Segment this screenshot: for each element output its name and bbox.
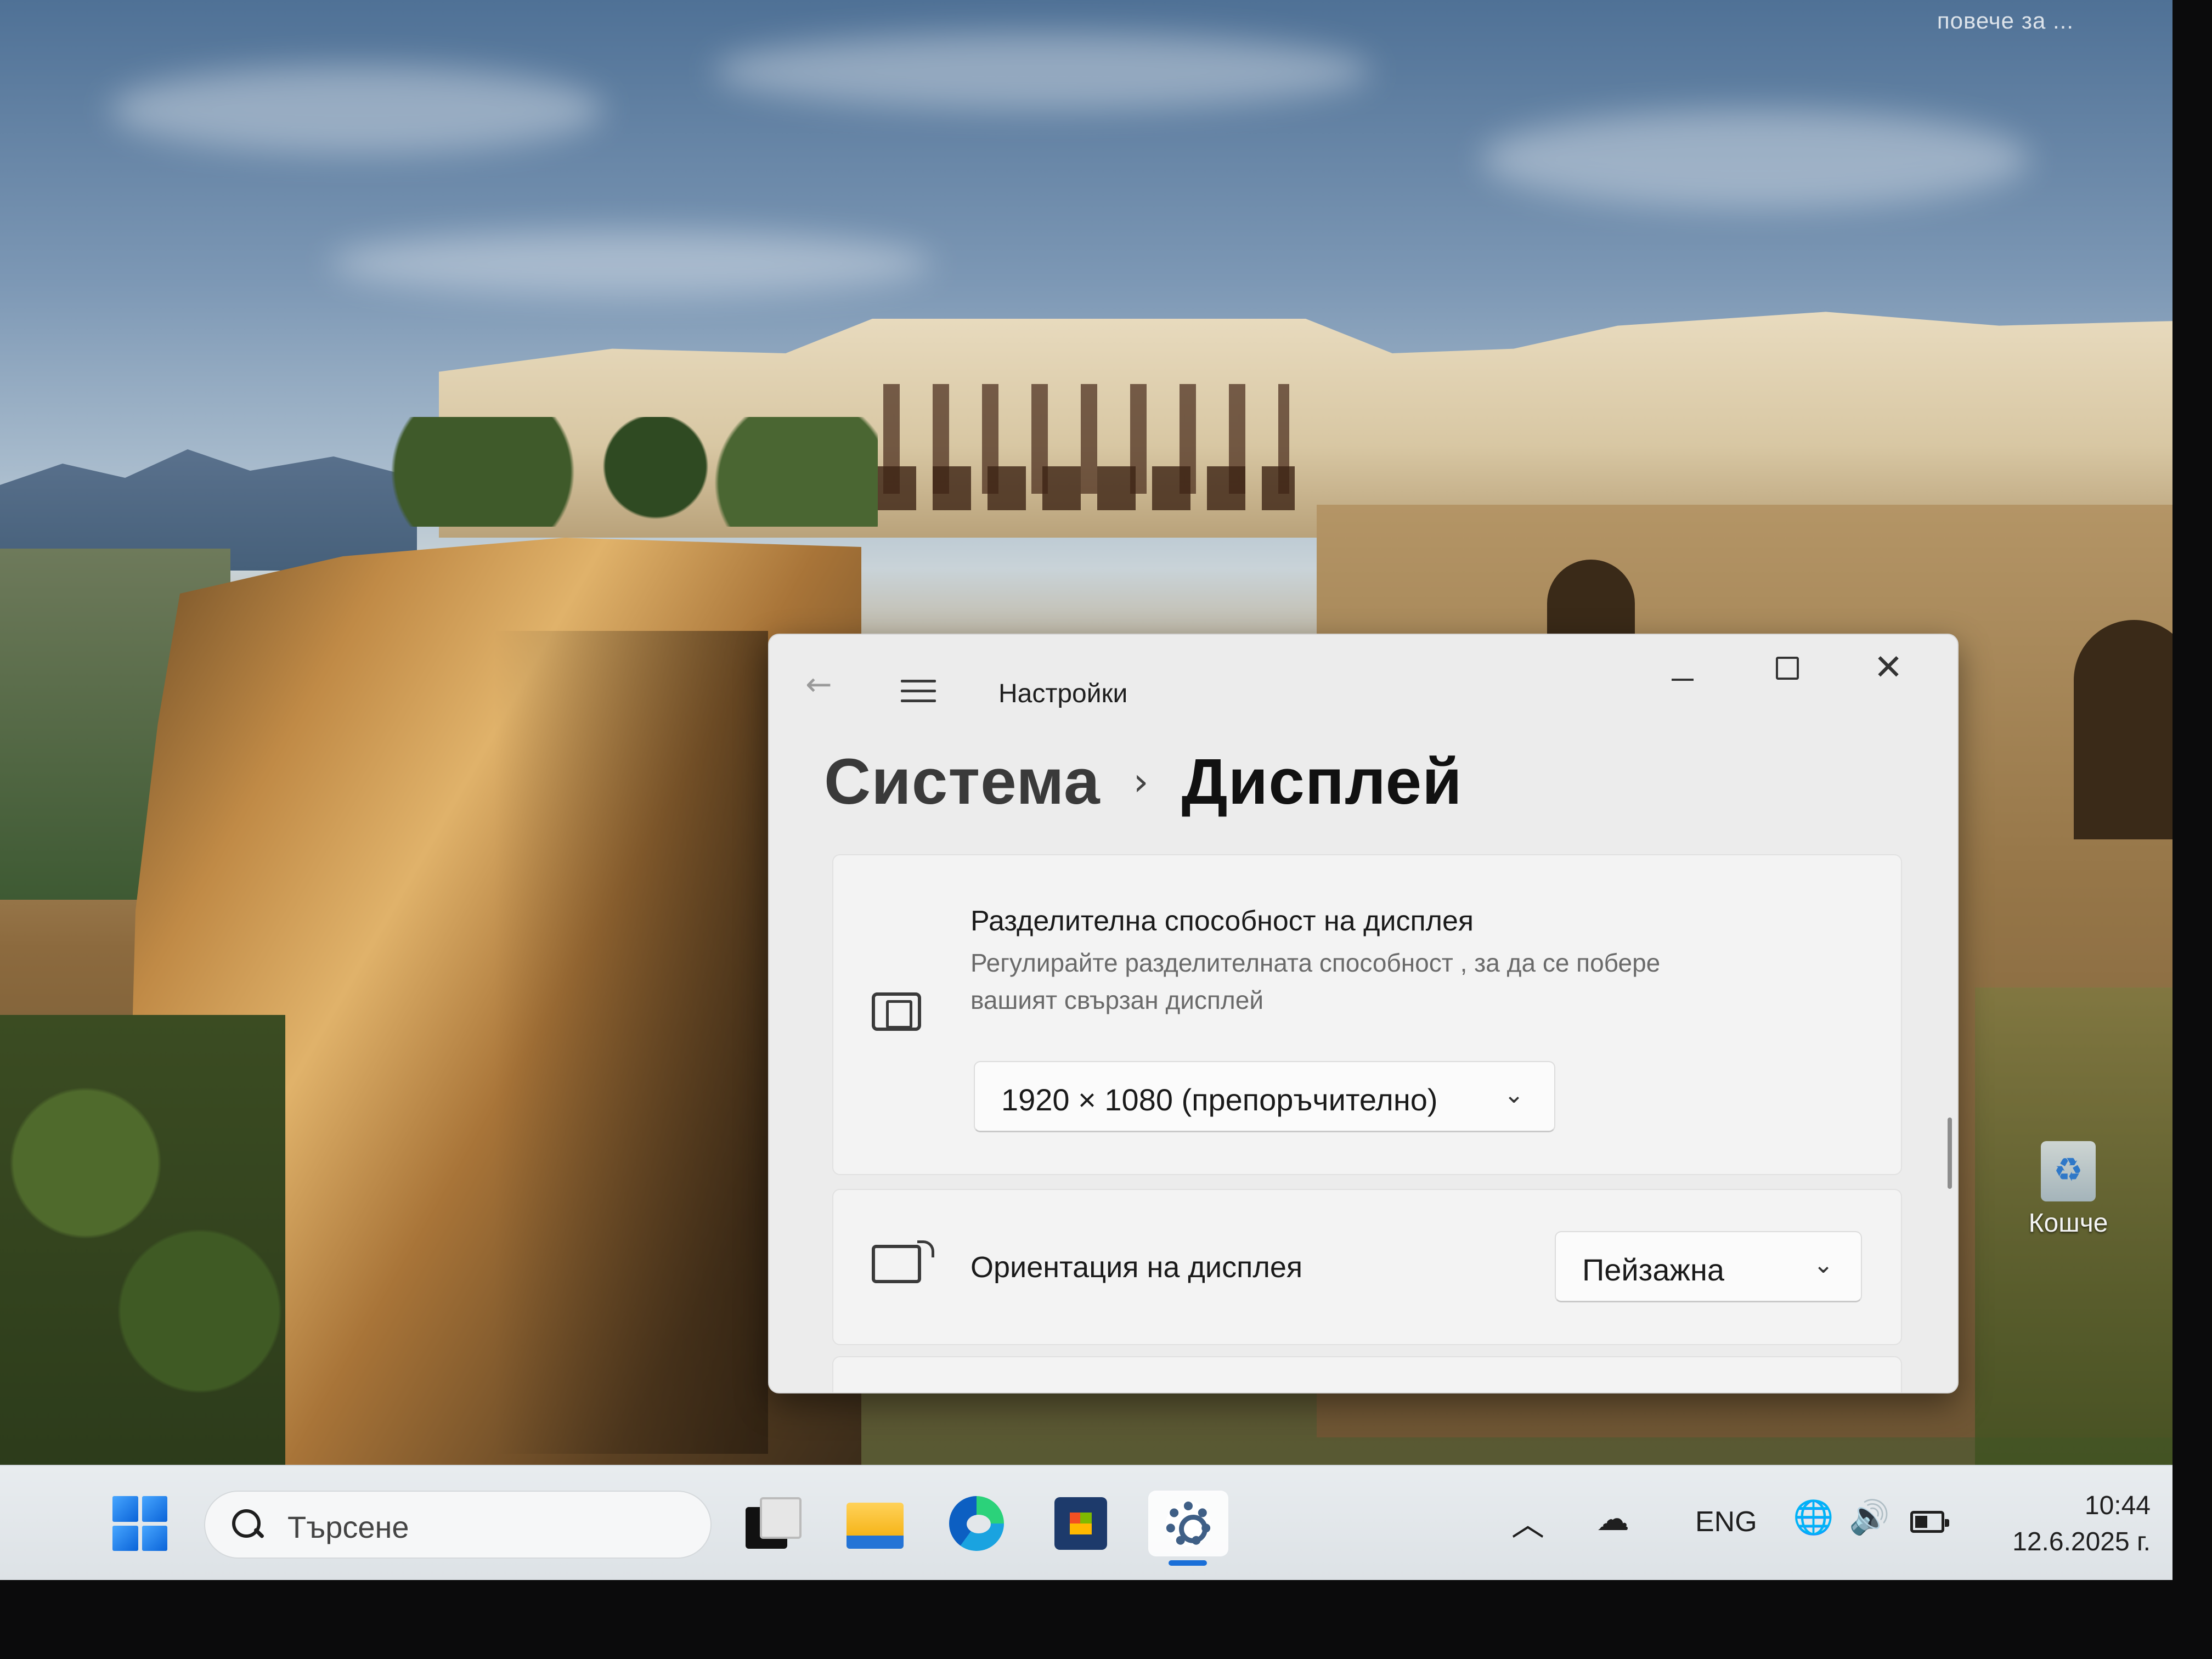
breadcrumb-system[interactable]: Система <box>824 744 1101 819</box>
task-view-icon[interactable] <box>738 1491 804 1556</box>
screen: повече за ... Кошче ← Настройки ✕ Систем… <box>0 0 2172 1580</box>
back-button[interactable]: ← <box>805 668 838 700</box>
network-globe-icon[interactable]: 🌐 <box>1793 1498 1834 1537</box>
edge-browser-icon[interactable] <box>944 1491 1009 1556</box>
file-explorer-icon[interactable] <box>842 1491 908 1556</box>
volume-icon[interactable]: 🔊 <box>1849 1498 1890 1537</box>
chevron-down-icon: ⌄ <box>1813 1251 1833 1279</box>
gear-icon <box>1166 1502 1211 1547</box>
taskbar-search-box[interactable]: Търсене <box>204 1491 712 1559</box>
window-title: Настройки <box>998 679 1128 708</box>
windows-logo-icon <box>112 1496 138 1522</box>
cloud-off-icon[interactable]: ☁ <box>1596 1500 1629 1538</box>
orientation-dropdown[interactable]: Пейзажна ⌄ <box>1555 1231 1862 1302</box>
taskbar-clock[interactable]: 10:44 12.6.2025 г. <box>1986 1488 2151 1560</box>
microsoft-store-icon[interactable] <box>1048 1491 1114 1556</box>
orientation-selected-value: Пейзажна <box>1582 1252 1725 1287</box>
wallpaper-info-text[interactable]: повече за ... <box>1937 8 2074 34</box>
nav-menu-button[interactable] <box>901 680 936 705</box>
search-icon <box>230 1507 264 1541</box>
minimize-button[interactable] <box>1666 668 1699 690</box>
display-orientation-icon <box>872 1240 934 1283</box>
clock-date: 12.6.2025 г. <box>2012 1527 2151 1556</box>
chevron-right-icon: › <box>1133 759 1149 804</box>
next-setting-card <box>832 1356 1902 1392</box>
title-bar[interactable]: ← Настройки ✕ <box>769 635 1957 708</box>
resolution-selected-value: 1920 × 1080 (препоръчително) <box>1001 1082 1438 1117</box>
start-button[interactable] <box>112 1496 167 1551</box>
taskbar: Търсене ︿ ☁ ENG 🌐 🔊 10:44 12.6.2025 г. <box>0 1465 2172 1580</box>
battery-icon[interactable] <box>1910 1511 1949 1533</box>
active-app-indicator <box>1169 1560 1207 1566</box>
display-resolution-icon <box>872 992 921 1031</box>
orientation-label: Ориентация на дисплея <box>970 1251 1303 1284</box>
page-title: Дисплей <box>1181 746 1463 818</box>
chevron-down-icon: ⌄ <box>1504 1081 1524 1109</box>
breadcrumb: Система › Дисплей <box>824 744 1463 819</box>
orientation-setting-card: Ориентация на дисплея Пейзажна ⌄ <box>832 1189 1902 1345</box>
recycle-bin-icon <box>2041 1141 2096 1201</box>
resolution-setting-card: Разделителна способност на дисплея Регул… <box>832 854 1902 1175</box>
settings-app-button[interactable] <box>1148 1491 1228 1556</box>
content-scrollbar[interactable] <box>1948 1118 1952 1189</box>
close-button[interactable]: ✕ <box>1872 650 1905 685</box>
recycle-bin-shortcut[interactable]: Кошче <box>2013 1141 2123 1238</box>
chevron-up-icon[interactable]: ︿ <box>1511 1498 1544 1545</box>
maximize-button[interactable] <box>1776 657 1799 680</box>
resolution-title: Разделителна способност на дисплея <box>970 905 1474 937</box>
recycle-bin-label: Кошче <box>2028 1209 2108 1238</box>
clock-time: 10:44 <box>2084 1491 2151 1520</box>
search-placeholder: Търсене <box>287 1510 409 1544</box>
input-language-indicator[interactable]: ENG <box>1695 1505 1757 1538</box>
resolution-description: Регулирайте разделителната способност , … <box>970 949 1661 1014</box>
resolution-dropdown[interactable]: 1920 × 1080 (препоръчително) ⌄ <box>974 1061 1555 1132</box>
settings-window: ← Настройки ✕ Система › Дисплей Разделит… <box>768 634 1959 1393</box>
